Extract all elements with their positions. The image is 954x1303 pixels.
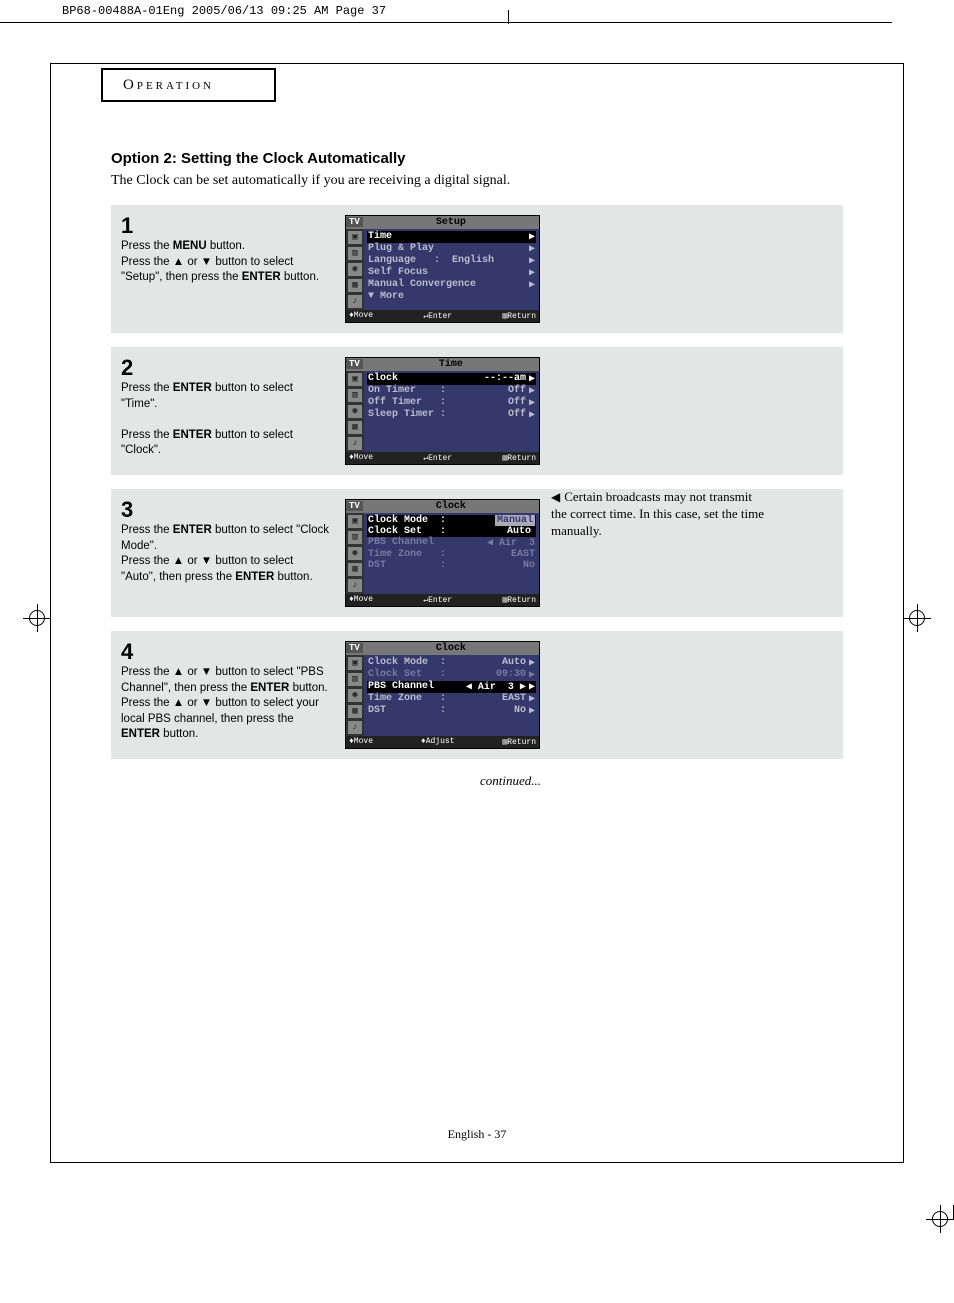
osd-icon: ◉ xyxy=(348,547,362,560)
osd-icon-strip: ▣ ▥ ◉ ▦ ♪ xyxy=(346,513,364,594)
osd-footer-move: ♦Move xyxy=(349,311,373,321)
osd-icon: ▣ xyxy=(348,373,362,386)
osd-footer-move: ♦Move xyxy=(349,737,373,747)
osd-footer-enter: ↵Enter xyxy=(423,595,452,605)
step-number: 4 xyxy=(121,641,331,663)
osd-icon: ♪ xyxy=(348,721,362,734)
continued: continued... xyxy=(111,773,541,789)
step-block-2: 2 Press the ENTER button to select "Time… xyxy=(111,347,843,475)
osd-icon: ◉ xyxy=(348,405,362,418)
osd-title: Setup xyxy=(436,217,466,228)
osd-icon: ▦ xyxy=(348,563,362,576)
osd-clock-pbs: TV Clock ▣ ▥ ◉ ▦ ♪ Clock Mode :Auto▶Clock… xyxy=(345,641,540,749)
osd-icon: ◉ xyxy=(348,263,362,276)
step-number: 3 xyxy=(121,499,331,521)
option-title: Option 2: Setting the Clock Automaticall… xyxy=(111,150,843,167)
osd-icon: ▣ xyxy=(348,231,362,244)
side-note: ◀Certain broadcasts may not transmit the… xyxy=(551,489,771,540)
osd-time: TV Time ▣ ▥ ◉ ▦ ♪ Clock--:--am▶On Timer :… xyxy=(345,357,540,465)
register-mark-bottom xyxy=(926,1205,954,1233)
step-block-4: 4 Press the ▲ or ▼ button to select "PBS… xyxy=(111,631,843,759)
osd-icon-strip: ▣ ▥ ◉ ▦ ♪ xyxy=(346,655,364,736)
osd-icon: ♪ xyxy=(348,437,362,450)
osd-title: Time xyxy=(439,359,463,370)
step-number: 2 xyxy=(121,357,331,379)
osd-icon: ♪ xyxy=(348,295,362,308)
print-header-line xyxy=(0,22,892,23)
option-subtitle: The Clock can be set automatically if yo… xyxy=(111,173,843,189)
step-number: 1 xyxy=(121,215,331,237)
osd-footer-return: ▥Return xyxy=(502,311,536,321)
crop-mark-bottom xyxy=(953,1205,954,1219)
note-arrow-icon: ◀ xyxy=(551,490,560,506)
osd-footer-return: ▥Return xyxy=(502,453,536,463)
osd-icon-strip: ▣ ▥ ◉ ▦ ♪ xyxy=(346,229,364,310)
osd-footer: ♦Move ♦Adjust ▥Return xyxy=(346,736,539,748)
page-footer: English - 37 xyxy=(51,1127,903,1142)
crop-mark-top xyxy=(508,10,509,24)
osd-footer-move: ♦Move xyxy=(349,595,373,605)
osd-rows: Clock--:--am▶On Timer :Off▶Off Timer :Of… xyxy=(364,371,539,452)
osd-icon: ▣ xyxy=(348,657,362,670)
osd-icon: ▥ xyxy=(348,673,362,686)
osd-rows: Clock Mode :ManualClock Set :AutoPBS Cha… xyxy=(364,513,539,594)
side-note-text: Certain broadcasts may not transmit the … xyxy=(551,489,764,538)
step-block-1: 1 Press the MENU button.Press the ▲ or ▼… xyxy=(111,205,843,333)
osd-icon: ▦ xyxy=(348,421,362,434)
osd-title: Clock xyxy=(436,643,466,654)
osd-icon: ♪ xyxy=(348,579,362,592)
osd-footer-return: ▥Return xyxy=(502,737,536,747)
osd-icon-strip: ▣ ▥ ◉ ▦ ♪ xyxy=(346,371,364,452)
step-text: Press the ▲ or ▼ button to select "PBS C… xyxy=(121,665,331,743)
step-text: Press the MENU button.Press the ▲ or ▼ b… xyxy=(121,239,331,286)
osd-title: Clock xyxy=(436,501,466,512)
osd-tv-badge: TV xyxy=(346,501,363,511)
osd-footer: ♦Move ↵Enter ▥Return xyxy=(346,594,539,606)
print-header: BP68-00488A-01Eng 2005/06/13 09:25 AM Pa… xyxy=(0,0,954,20)
step-block-3: 3 Press the ENTER button to select "Cloc… xyxy=(111,489,843,617)
osd-rows: Time▶Plug & Play▶Language : English▶Self… xyxy=(364,229,539,310)
osd-tv-badge: TV xyxy=(346,643,363,653)
osd-icon: ▥ xyxy=(348,247,362,260)
section-tab-text: Operation xyxy=(123,77,214,93)
osd-icon: ▥ xyxy=(348,531,362,544)
body-column: Option 2: Setting the Clock Automaticall… xyxy=(111,150,843,789)
osd-icon: ▥ xyxy=(348,389,362,402)
osd-icon: ◉ xyxy=(348,689,362,702)
osd-footer-move: ♦Move xyxy=(349,453,373,463)
osd-rows: Clock Mode :Auto▶Clock Set :09:30▶PBS Ch… xyxy=(364,655,539,736)
osd-icon: ▦ xyxy=(348,705,362,718)
osd-icon: ▦ xyxy=(348,279,362,292)
osd-tv-badge: TV xyxy=(346,217,363,227)
osd-footer-adjust: ♦Adjust xyxy=(421,737,455,747)
osd-tv-badge: TV xyxy=(346,359,363,369)
osd-footer-return: ▥Return xyxy=(502,595,536,605)
osd-setup: TV Setup ▣ ▥ ◉ ▦ ♪ Time▶Plug & Play▶Langu… xyxy=(345,215,540,323)
osd-clock-mode: TV Clock ▣ ▥ ◉ ▦ ♪ Clock Mode :ManualCloc… xyxy=(345,499,540,607)
register-mark-left xyxy=(23,604,51,632)
osd-footer-enter: ↵Enter xyxy=(423,453,452,463)
register-mark-right xyxy=(903,604,931,632)
osd-footer-enter: ↵Enter xyxy=(423,311,452,321)
osd-footer: ♦Move ↵Enter ▥Return xyxy=(346,310,539,322)
section-tab: Operation xyxy=(101,68,276,102)
osd-footer: ♦Move ↵Enter ▥Return xyxy=(346,452,539,464)
page-box: Operation Option 2: Setting the Clock Au… xyxy=(50,63,904,1163)
osd-icon: ▣ xyxy=(348,515,362,528)
step-text: Press the ENTER button to select "Clock … xyxy=(121,523,331,585)
step-text: Press the ENTER button to select "Time".… xyxy=(121,381,331,459)
